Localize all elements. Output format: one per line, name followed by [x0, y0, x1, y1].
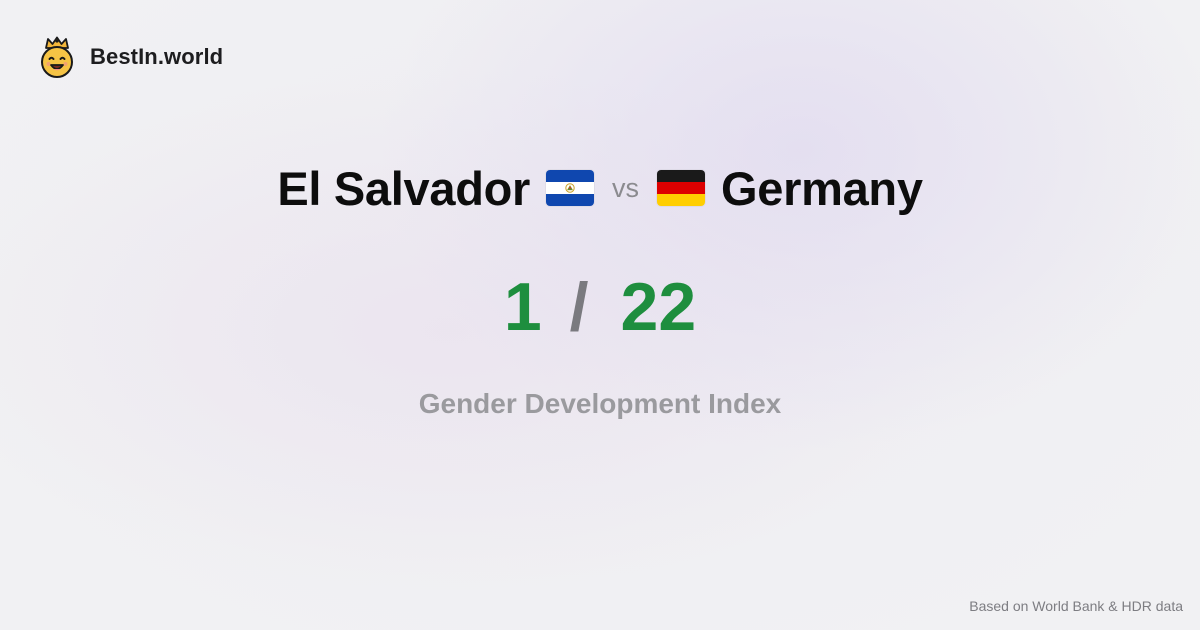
crowned-smiley-icon [41, 36, 73, 78]
el-salvador-flag-icon [546, 170, 595, 206]
brand-name: BestIn.world [90, 44, 224, 69]
left-country-rank: 1 [503, 269, 542, 345]
brand[interactable]: BestIn.world [38, 36, 223, 78]
data-source-note: Based on World Bank & HDR data [969, 598, 1183, 614]
germany-flag-icon [657, 170, 706, 206]
rank-comparison: 1 / 22 [0, 262, 1200, 352]
comparison-title: El Salvador vs Germany [0, 158, 1200, 218]
rank-separator: / [569, 269, 589, 345]
metric-title: Gender Development Index [418, 388, 782, 419]
vs-separator: vs [612, 172, 640, 203]
right-country-rank: 22 [620, 269, 697, 345]
right-country-name[interactable]: Germany [721, 161, 923, 216]
left-country-name[interactable]: El Salvador [277, 161, 530, 216]
